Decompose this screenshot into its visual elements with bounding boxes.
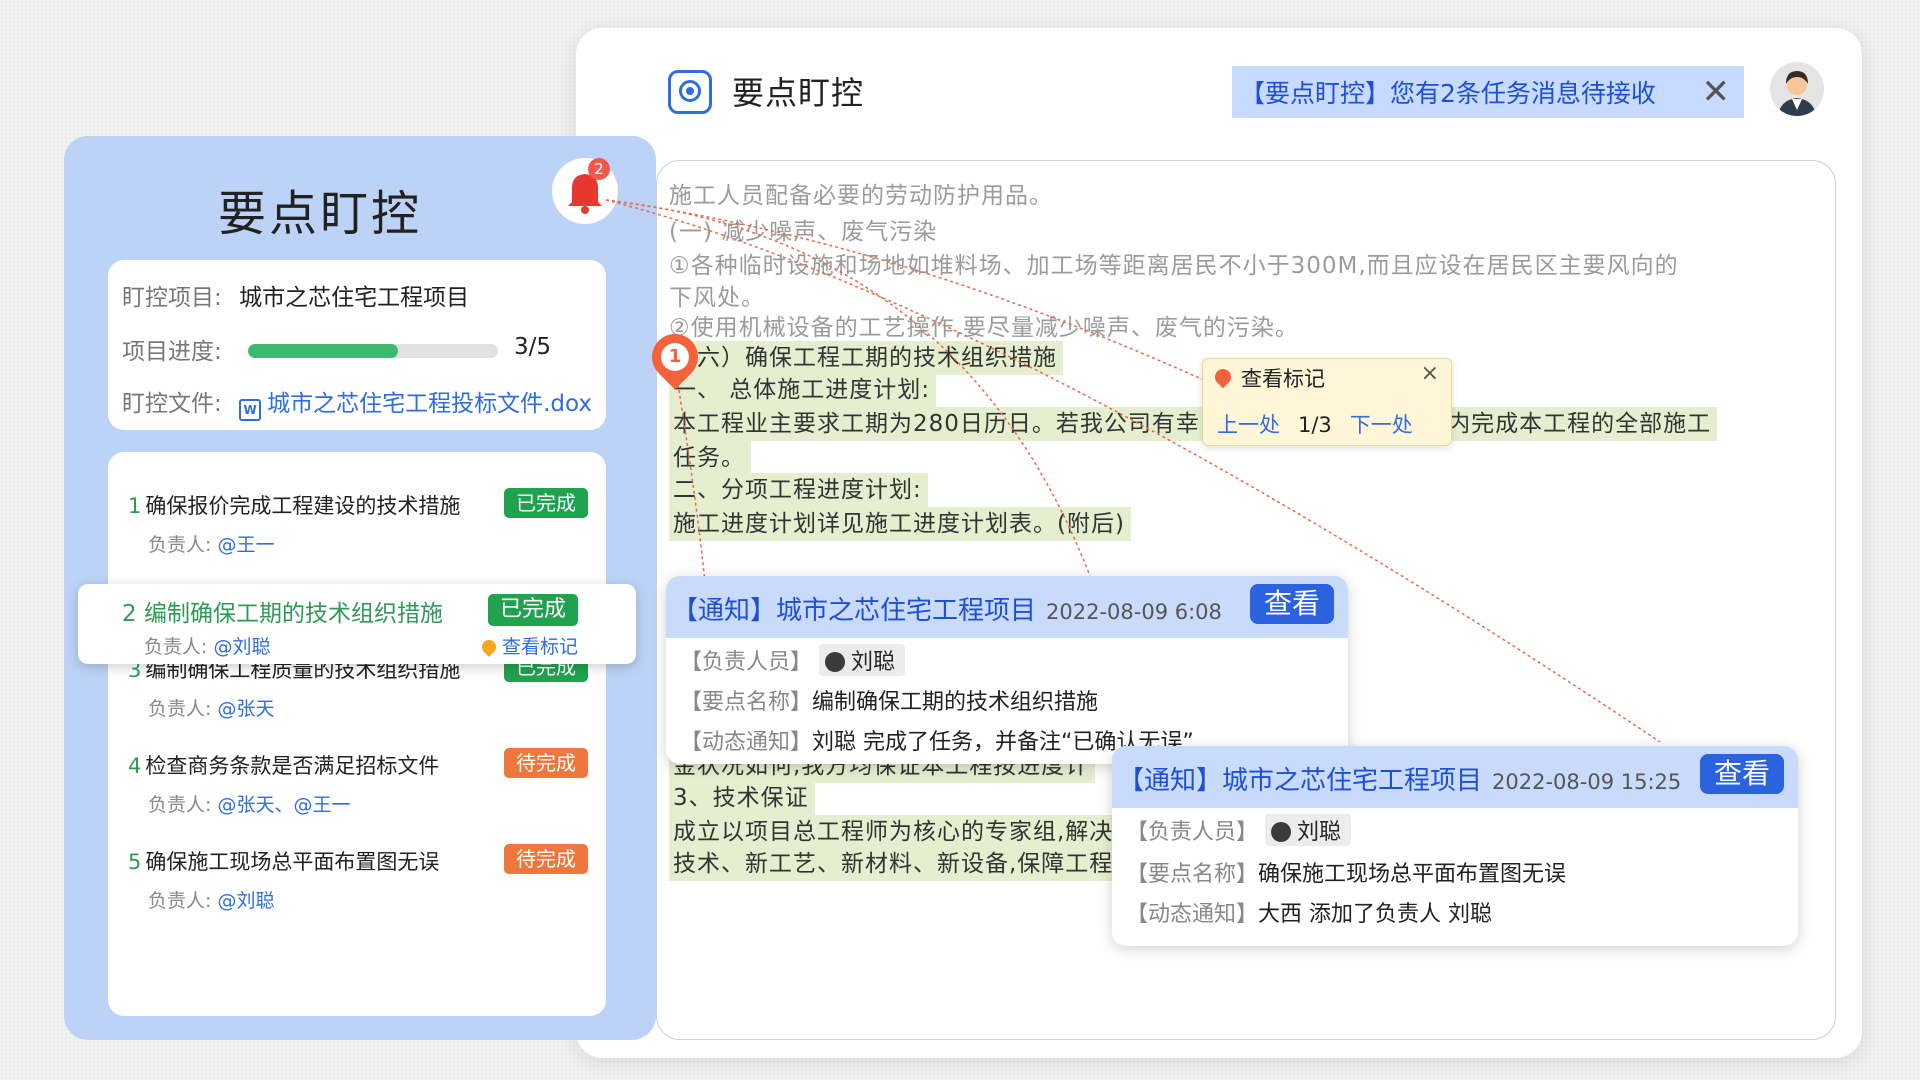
popup-title: 查看标记	[1241, 367, 1325, 391]
next-mark-button[interactable]: 下一处	[1350, 413, 1413, 437]
notification-item-row: 【要点名称】确保施工现场总平面布置图无误	[1126, 862, 1567, 887]
avatar-icon	[825, 652, 846, 672]
file-row: 盯控文件: W 城市之芯住宅工程投标文件.dox	[122, 384, 592, 421]
notification-card-2: 【通知】城市之芯住宅工程项目 2022-08-09 15:25 查看 【负责人员】…	[1112, 746, 1798, 946]
task-owner: 负责人: @张天、@王一	[148, 794, 351, 816]
task-item-1[interactable]: 1 确保报价完成工程建设的技术措施 负责人: @王一 已完成	[128, 488, 588, 556]
person-chip: 刘聪	[819, 644, 906, 676]
bell-badge-count: 2	[588, 158, 610, 180]
notification-person-row: 【负责人员】 刘聪	[1126, 814, 1352, 846]
notification-date: 2022-08-09 6:08	[1046, 600, 1222, 624]
document-line: （六）确保工程工期的技术组织措施	[669, 341, 1063, 375]
status-badge: 待完成	[504, 844, 588, 874]
task-owner: 负责人: @张天	[148, 698, 275, 720]
file-name: 城市之芯住宅工程投标文件.dox	[267, 391, 592, 417]
user-avatar[interactable]	[1770, 62, 1824, 116]
project-label: 盯控项目:	[122, 285, 222, 311]
view-mark-popup: 查看标记 × 上一处 1/3 下一处	[1202, 358, 1452, 446]
status-badge: 已完成	[487, 594, 578, 626]
notification-banner-text: 【要点盯控】您有2条任务消息待接收	[1240, 79, 1656, 108]
location-pin-icon	[1211, 365, 1235, 389]
file-label: 盯控文件:	[122, 391, 222, 417]
document-line: 任务。	[669, 441, 751, 475]
word-document-icon: W	[239, 399, 262, 421]
app-logo-icon	[668, 70, 712, 114]
project-name: 城市之芯住宅工程项目	[239, 285, 470, 311]
mark-navigation: 上一处 1/3 下一处	[1217, 409, 1413, 439]
notification-dynamic-row: 【动态通知】大西 添加了负责人 刘聪	[1126, 902, 1493, 927]
mark-pin-number: 1	[661, 343, 689, 371]
document-line: 本工程业主要求工期为280日历日。若我公司有幸中标,保证在280日历日内完成本工…	[669, 407, 1718, 441]
document-line: 二、分项工程进度计划:	[669, 473, 928, 507]
view-mark-link[interactable]: 查看标记	[479, 632, 578, 659]
document-line: 施工人员配备必要的劳动防护用品。	[669, 183, 1053, 209]
notification-title: 【通知】城市之芯住宅工程项目 2022-08-09 6:08	[672, 596, 1222, 626]
task-owner: 负责人: @王一	[148, 534, 275, 556]
close-icon[interactable]: ×	[1421, 361, 1439, 386]
status-badge: 待完成	[504, 748, 588, 778]
task-item-2-selected[interactable]: 2 编制确保工期的技术组织措施 已完成 负责人: @刘聪 查看标记	[78, 584, 636, 664]
view-button[interactable]: 查看	[1249, 584, 1334, 624]
notification-person-row: 【负责人员】 刘聪	[680, 644, 906, 676]
person-chip: 刘聪	[1265, 814, 1352, 846]
project-progress-bar	[248, 344, 498, 358]
task-list: 1 确保报价完成工程建设的技术措施 负责人: @王一 已完成 3 编制确保工程质量的…	[108, 452, 606, 1016]
document-line: 一、 总体施工进度计划:	[669, 373, 937, 407]
document-line: (一) 减少噪声、废气污染	[669, 219, 938, 245]
tender-file-link[interactable]: W 城市之芯住宅工程投标文件.dox	[239, 391, 592, 421]
progress-fill	[248, 344, 398, 358]
task-name: 2 编制确保工期的技术组织措施	[122, 601, 443, 627]
notification-header: 【通知】城市之芯住宅工程项目 2022-08-09 15:25 查看	[1112, 746, 1798, 808]
app-title: 要点盯控	[732, 74, 865, 112]
status-badge: 已完成	[504, 488, 588, 518]
project-row: 盯控项目: 城市之芯住宅工程项目	[122, 278, 469, 312]
prev-mark-button[interactable]: 上一处	[1217, 413, 1280, 437]
notification-date: 2022-08-09 15:25	[1492, 770, 1682, 794]
notification-item-row: 【要点名称】编制确保工期的技术组织措施	[680, 690, 1099, 715]
task-item-4[interactable]: 4 检查商务条款是否满足招标文件 负责人: @张天、@王一 待完成	[128, 748, 588, 816]
document-line: 施工进度计划详见施工进度计划表。(附后)	[669, 507, 1131, 541]
progress-label: 项目进度:	[122, 339, 222, 365]
notification-banner[interactable]: 【要点盯控】您有2条任务消息待接收 ✕	[1232, 66, 1744, 118]
close-icon[interactable]: ✕	[1702, 72, 1731, 112]
task-owner: 负责人: @刘聪	[144, 636, 271, 658]
notification-card-1: 【通知】城市之芯住宅工程项目 2022-08-09 6:08 查看 【负责人员】 …	[666, 576, 1348, 764]
progress-text: 3/5	[514, 334, 552, 360]
project-info-card: 盯控项目: 城市之芯住宅工程项目 项目进度: 3/5 盯控文件: W 城市之芯住宅…	[108, 260, 606, 430]
document-line: 下风处。	[669, 285, 765, 311]
document-line: ②使用机械设备的工艺操作,要尽量减少噪声、废气的污染。	[669, 315, 1299, 341]
task-owner: 负责人: @刘聪	[148, 890, 275, 912]
progress-row: 项目进度:	[122, 332, 222, 366]
location-pin-icon	[479, 637, 499, 657]
avatar-icon	[1271, 822, 1292, 842]
notification-header: 【通知】城市之芯住宅工程项目 2022-08-09 6:08 查看	[666, 576, 1348, 638]
task-item-5[interactable]: 5 确保施工现场总平面布置图无误 负责人: @刘聪 待完成	[128, 844, 588, 912]
notification-bell-button[interactable]: 2	[552, 158, 618, 224]
view-button[interactable]: 查看	[1699, 754, 1784, 794]
document-line: 3、技术保证	[669, 781, 815, 815]
document-line: ①各种临时设施和场地如堆料场、加工场等距离居民不小于300M,而且应设在居民区主…	[669, 253, 1679, 279]
mark-count: 1/3	[1298, 413, 1332, 437]
notification-title: 【通知】城市之芯住宅工程项目 2022-08-09 15:25	[1118, 766, 1682, 796]
